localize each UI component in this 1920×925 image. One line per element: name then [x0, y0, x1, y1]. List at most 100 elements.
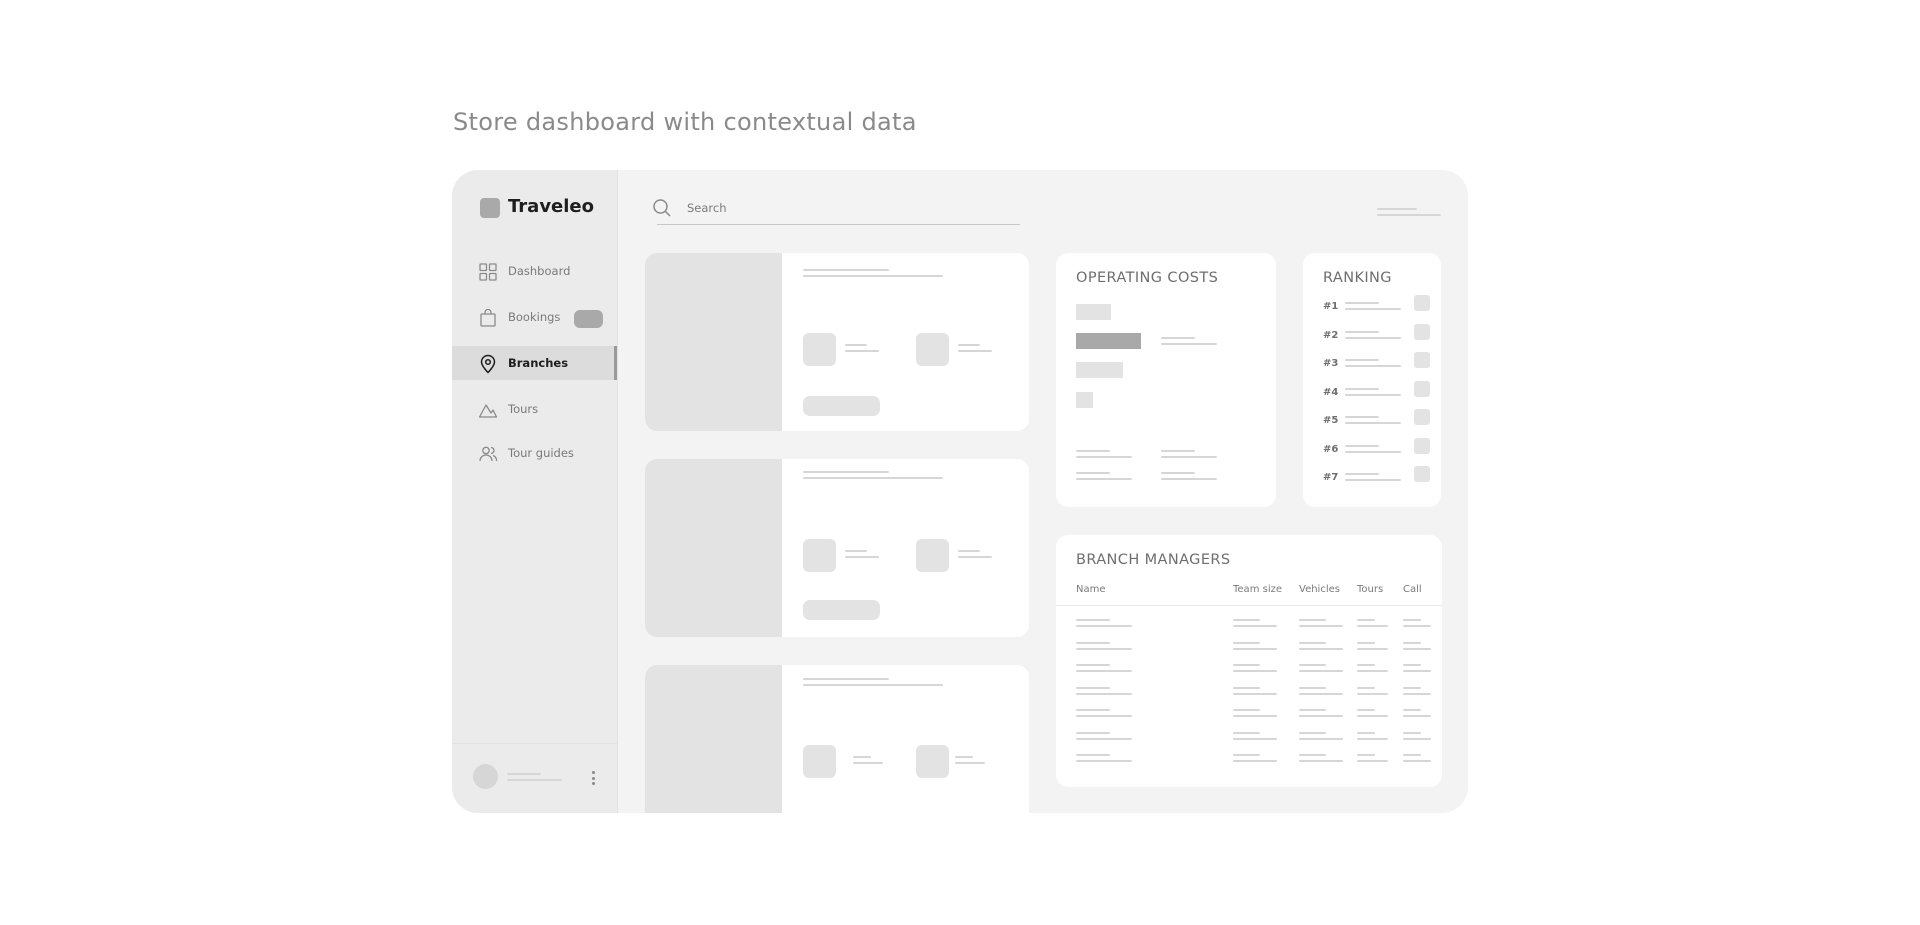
table-cell-placeholder	[1299, 670, 1343, 672]
table-cell-placeholder	[1233, 737, 1277, 740]
table-cell-placeholder	[1403, 731, 1421, 734]
rank-label: #4	[1323, 386, 1339, 398]
table-cell-placeholder	[1357, 731, 1375, 734]
column-header-tours[interactable]: Tours	[1357, 584, 1383, 595]
table-cell-placeholder	[1076, 647, 1132, 650]
table-cell-placeholder	[1357, 670, 1388, 672]
table-cell-placeholder	[1357, 625, 1388, 627]
stat-tile	[916, 745, 949, 778]
table-cell-placeholder	[1357, 737, 1388, 740]
stat-tile	[916, 333, 949, 366]
card-subtitle-placeholder	[803, 477, 943, 479]
rank-label: #3	[1323, 358, 1339, 369]
table-cell-placeholder	[1233, 641, 1260, 644]
search-icon[interactable]	[652, 198, 672, 218]
stat-placeholder	[958, 344, 980, 346]
table-cell-placeholder	[1403, 686, 1421, 689]
table-cell-placeholder	[1357, 760, 1388, 762]
table-cell-placeholder	[1357, 754, 1375, 756]
column-header-team-size[interactable]: Team size	[1233, 584, 1282, 595]
branch-card[interactable]	[645, 665, 1029, 813]
rank-name-placeholder	[1345, 422, 1401, 424]
table-cell-placeholder	[1357, 647, 1388, 650]
logo-icon	[480, 198, 500, 218]
card-button[interactable]	[803, 396, 880, 416]
table-cell-placeholder	[1233, 686, 1260, 689]
table-cell-placeholder	[1357, 692, 1388, 695]
table-cell-placeholder	[1299, 664, 1326, 666]
stat-placeholder	[845, 550, 867, 552]
rank-avatar	[1414, 466, 1430, 482]
table-cell-placeholder	[1403, 619, 1421, 621]
cost-label-placeholder	[1161, 343, 1217, 345]
legend-placeholder	[1076, 450, 1110, 452]
sidebar-item-tours[interactable]: Tours	[452, 392, 617, 426]
legend-placeholder	[1076, 472, 1110, 474]
table-cell-placeholder	[1076, 670, 1132, 672]
table-cell-placeholder	[1076, 731, 1110, 734]
card-subtitle-placeholder	[803, 275, 943, 277]
table-cell-placeholder	[1299, 709, 1326, 711]
column-header-call[interactable]: Call	[1403, 584, 1422, 595]
table-cell-placeholder	[1076, 641, 1110, 644]
rank-name-placeholder	[1345, 393, 1401, 396]
table-cell-placeholder	[1299, 754, 1326, 756]
rank-avatar	[1414, 409, 1430, 425]
table-cell-placeholder	[1299, 647, 1343, 650]
avatar[interactable]	[473, 764, 498, 789]
table-cell-placeholder	[1299, 686, 1326, 689]
legend-placeholder	[1161, 472, 1195, 474]
card-button[interactable]	[803, 600, 880, 620]
table-cell-placeholder	[1357, 709, 1375, 711]
search-input[interactable]: Search	[687, 201, 727, 215]
rank-avatar	[1414, 352, 1430, 368]
column-header-name[interactable]: Name	[1076, 584, 1106, 595]
table-cell-placeholder	[1403, 664, 1421, 666]
table-cell-placeholder	[1299, 737, 1343, 740]
stat-placeholder	[853, 756, 871, 758]
card-title-placeholder	[803, 678, 889, 680]
rank-name-placeholder	[1345, 450, 1401, 453]
table-cell-placeholder	[1233, 625, 1277, 627]
rank-name-placeholder	[1345, 302, 1379, 304]
branch-card[interactable]	[645, 459, 1029, 637]
stat-placeholder	[958, 350, 992, 352]
table-cell-placeholder	[1233, 731, 1260, 734]
table-cell-placeholder	[1357, 641, 1375, 644]
sidebar-item-branches[interactable]: Branches	[452, 346, 617, 380]
rank-label: #2	[1323, 329, 1339, 341]
rank-name-placeholder	[1345, 416, 1379, 418]
rank-label: #5	[1323, 415, 1339, 426]
sidebar-item-tour-guides[interactable]: Tour guides	[452, 436, 617, 470]
rank-avatar	[1414, 380, 1430, 397]
rank-label: #1	[1323, 301, 1339, 312]
table-cell-placeholder	[1233, 760, 1277, 762]
table-cell-placeholder	[1076, 619, 1110, 621]
cost-bar	[1076, 392, 1093, 408]
search-underline	[657, 224, 1020, 225]
column-header-vehicles[interactable]: Vehicles	[1299, 584, 1340, 595]
card-subtitle-placeholder	[803, 684, 943, 686]
table-cell-placeholder	[1076, 754, 1110, 756]
stat-placeholder	[958, 550, 980, 552]
sidebar-item-dashboard[interactable]: Dashboard	[452, 254, 617, 288]
table-cell-placeholder	[1233, 647, 1277, 650]
more-options-icon[interactable]	[592, 771, 596, 787]
stat-tile	[916, 539, 949, 572]
card-title-placeholder	[803, 471, 889, 473]
sidebar-item-label: Dashboard	[508, 264, 571, 278]
user-name-placeholder	[507, 773, 541, 775]
rank-name-placeholder	[1345, 330, 1379, 333]
cost-bar	[1076, 333, 1141, 349]
header-placeholder	[1377, 208, 1417, 210]
sidebar-item-bookings[interactable]: Bookings	[452, 300, 617, 334]
user-role-placeholder	[507, 779, 562, 781]
table-cell-placeholder	[1403, 715, 1431, 717]
table-cell-placeholder	[1299, 641, 1326, 644]
stat-placeholder	[845, 350, 879, 352]
branch-card[interactable]	[645, 253, 1029, 431]
table-cell-placeholder	[1233, 692, 1277, 695]
legend-placeholder	[1161, 450, 1195, 452]
table-cell-placeholder	[1357, 715, 1388, 717]
table-cell-placeholder	[1076, 760, 1132, 762]
